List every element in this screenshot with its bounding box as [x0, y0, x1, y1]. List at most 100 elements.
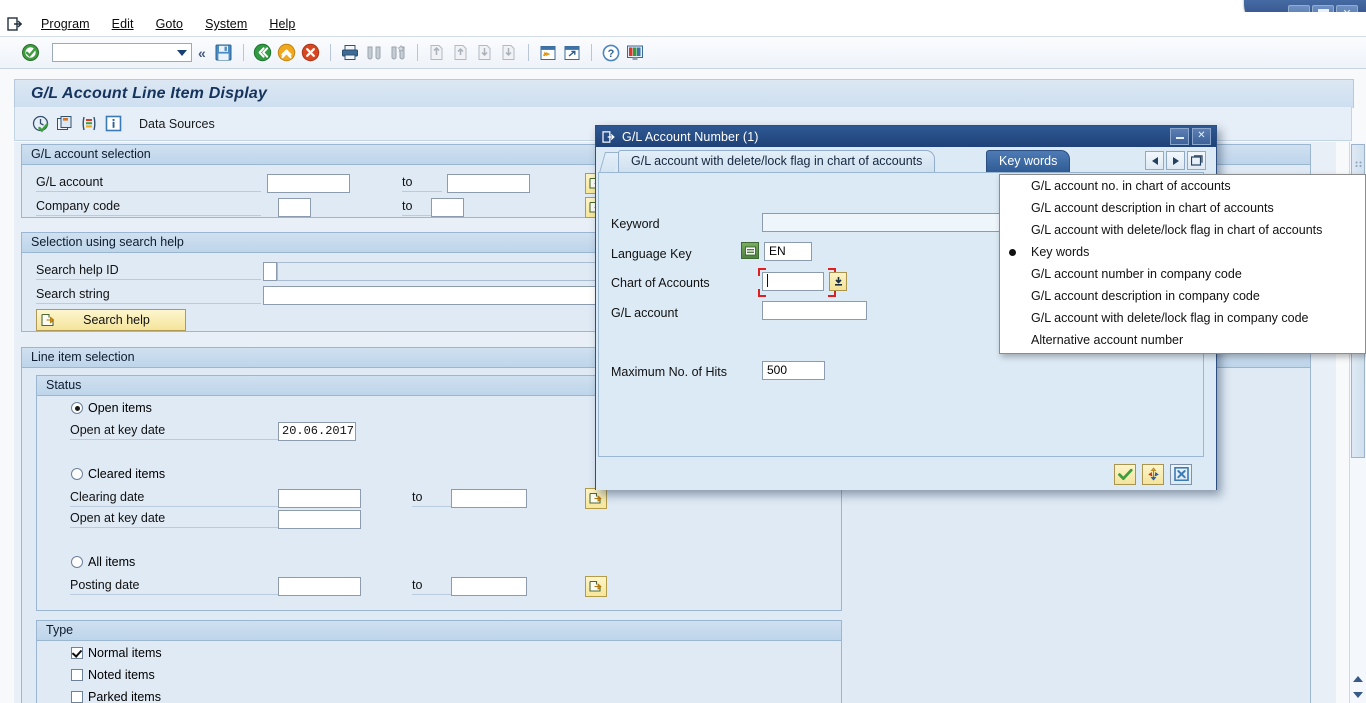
maximum-hits-input[interactable]: 500 — [762, 361, 825, 380]
menu-help[interactable]: Help — [258, 15, 306, 33]
cleared-items-label: Cleared items — [88, 467, 166, 481]
dialog-minimize-button[interactable] — [1170, 128, 1189, 145]
copy-variant-button[interactable] — [54, 113, 76, 135]
language-key-input[interactable]: EN — [764, 242, 812, 261]
menubar: Program Edit Goto System Help — [0, 12, 1366, 37]
tab-list-button[interactable] — [1187, 151, 1206, 170]
menu-goto[interactable]: Goto — [145, 15, 195, 33]
dialog-cancel-button[interactable] — [1170, 463, 1192, 485]
dropdown-item-1[interactable]: G/L account description in chart of acco… — [1000, 197, 1365, 219]
next-page-button[interactable] — [474, 42, 496, 64]
titlebar-strip — [0, 0, 1366, 12]
tab-list-icon — [1190, 155, 1203, 166]
gl-account-dialog-label: G/L account — [611, 306, 678, 320]
last-page-button[interactable] — [498, 42, 520, 64]
parked-items-label: Parked items — [88, 690, 161, 703]
page-header: G/L Account Line Item Display — [14, 79, 1354, 108]
cleared-items-radio[interactable]: Cleared items — [71, 467, 165, 481]
search-help-dropdown-menu[interactable]: G/L account no. in chart of accounts G/L… — [999, 174, 1366, 354]
search-string-label: Search string — [36, 286, 261, 304]
posting-date-from-input[interactable] — [278, 577, 361, 596]
menu-program[interactable]: Program — [30, 15, 101, 33]
menu-edit[interactable]: Edit — [101, 15, 145, 33]
tab-1-label: Key words — [999, 154, 1058, 168]
posting-date-to-input[interactable] — [451, 577, 527, 596]
print-button[interactable] — [339, 42, 361, 64]
tab-key-words[interactable]: Key words — [986, 150, 1071, 172]
chevron-down-icon[interactable] — [177, 50, 187, 56]
selection-options-button[interactable] — [78, 113, 100, 135]
dialog-close-button[interactable]: ✕ — [1192, 128, 1211, 145]
dropdown-item-5[interactable]: G/L account description in company code — [1000, 285, 1365, 307]
collapse-toolbar-button[interactable]: « — [198, 45, 206, 61]
triangle-right-icon — [1172, 156, 1179, 165]
dropdown-item-2[interactable]: G/L account with delete/lock flag in cha… — [1000, 219, 1365, 241]
company-code-from-input[interactable] — [278, 198, 311, 217]
tab-next-button[interactable] — [1166, 151, 1185, 170]
cancel-button[interactable] — [300, 42, 322, 64]
normal-items-checkbox-mark — [71, 647, 83, 659]
scrollbar-down-button[interactable] — [1351, 687, 1365, 702]
close-icon: ✕ — [1197, 130, 1206, 141]
customize-local-layout-button[interactable] — [624, 42, 646, 64]
previous-page-button[interactable] — [450, 42, 472, 64]
open-key-date-input[interactable]: 20.06.2017 — [278, 422, 356, 441]
normal-items-checkbox[interactable]: Normal items — [71, 646, 162, 660]
dropdown-item-0[interactable]: G/L account no. in chart of accounts — [1000, 175, 1365, 197]
toolbar-separator — [329, 44, 331, 61]
dropdown-item-6[interactable]: G/L account with delete/lock flag in com… — [1000, 307, 1365, 329]
gl-account-dialog-input[interactable] — [762, 301, 867, 320]
find-next-button[interactable] — [387, 42, 409, 64]
cleared-open-key-date-input[interactable] — [278, 510, 361, 529]
clearing-date-multiple-selection-button[interactable] — [585, 488, 607, 509]
open-items-radio[interactable]: Open items — [71, 401, 152, 415]
tab-gl-account-delete-lock-flag[interactable]: G/L account with delete/lock flag in cha… — [618, 150, 936, 172]
chart-of-accounts-dropdown-button[interactable] — [829, 272, 847, 291]
dropdown-item-3-label: Key words — [1031, 245, 1090, 259]
gl-account-to-input[interactable] — [447, 174, 530, 193]
data-sources-label[interactable]: Data Sources — [139, 117, 215, 131]
clearing-date-from-input[interactable] — [278, 489, 361, 508]
find-button[interactable] — [363, 42, 385, 64]
clearing-date-to-input[interactable] — [451, 489, 527, 508]
minimize-icon — [1175, 137, 1184, 139]
execute-button[interactable] — [30, 113, 52, 135]
back-button[interactable] — [252, 42, 274, 64]
command-field[interactable] — [52, 43, 192, 62]
enter-button[interactable] — [19, 42, 41, 64]
parked-items-checkbox[interactable]: Parked items — [71, 690, 161, 703]
create-session-button[interactable] — [537, 42, 559, 64]
dropdown-item-7[interactable]: Alternative account number — [1000, 329, 1365, 351]
posting-date-multiple-selection-button[interactable] — [585, 576, 607, 597]
sap-exit-icon[interactable] — [0, 13, 30, 35]
noted-items-checkbox[interactable]: Noted items — [71, 668, 155, 682]
dialog-tabstrip: G/L account with delete/lock flag in cha… — [596, 150, 1218, 173]
search-help-button-label: Search help — [83, 313, 150, 327]
all-items-radio[interactable]: All items — [71, 555, 135, 569]
scroll-up-icon — [1353, 675, 1363, 682]
save-button[interactable] — [213, 42, 235, 64]
search-help-id-key-input[interactable] — [263, 262, 277, 281]
tab-previous-button[interactable] — [1145, 151, 1164, 170]
chart-of-accounts-input[interactable] — [762, 272, 824, 291]
dialog-confirm-button[interactable] — [1114, 463, 1136, 485]
dialog-multiple-selection-button[interactable] — [1142, 463, 1164, 485]
scrollbar-up-button[interactable] — [1351, 671, 1365, 686]
company-code-to-input[interactable] — [431, 198, 464, 217]
create-shortcut-button[interactable] — [561, 42, 583, 64]
dropdown-item-3[interactable]: Key words — [1000, 241, 1365, 263]
gl-account-label: G/L account — [36, 174, 261, 192]
search-help-button[interactable]: Search help — [36, 309, 186, 331]
gl-account-from-input[interactable] — [267, 174, 350, 193]
language-key-icon[interactable] — [741, 242, 759, 259]
dropdown-item-4[interactable]: G/L account number in company code — [1000, 263, 1365, 285]
exit-button[interactable] — [276, 42, 298, 64]
first-page-button[interactable] — [426, 42, 448, 64]
all-items-label: All items — [88, 555, 136, 569]
normal-items-label: Normal items — [88, 646, 162, 660]
info-button[interactable] — [102, 113, 124, 135]
toolbar-separator — [416, 44, 418, 61]
menu-system[interactable]: System — [194, 15, 258, 33]
scroll-grip-icon — [1355, 161, 1362, 167]
help-button[interactable]: ? — [600, 42, 622, 64]
